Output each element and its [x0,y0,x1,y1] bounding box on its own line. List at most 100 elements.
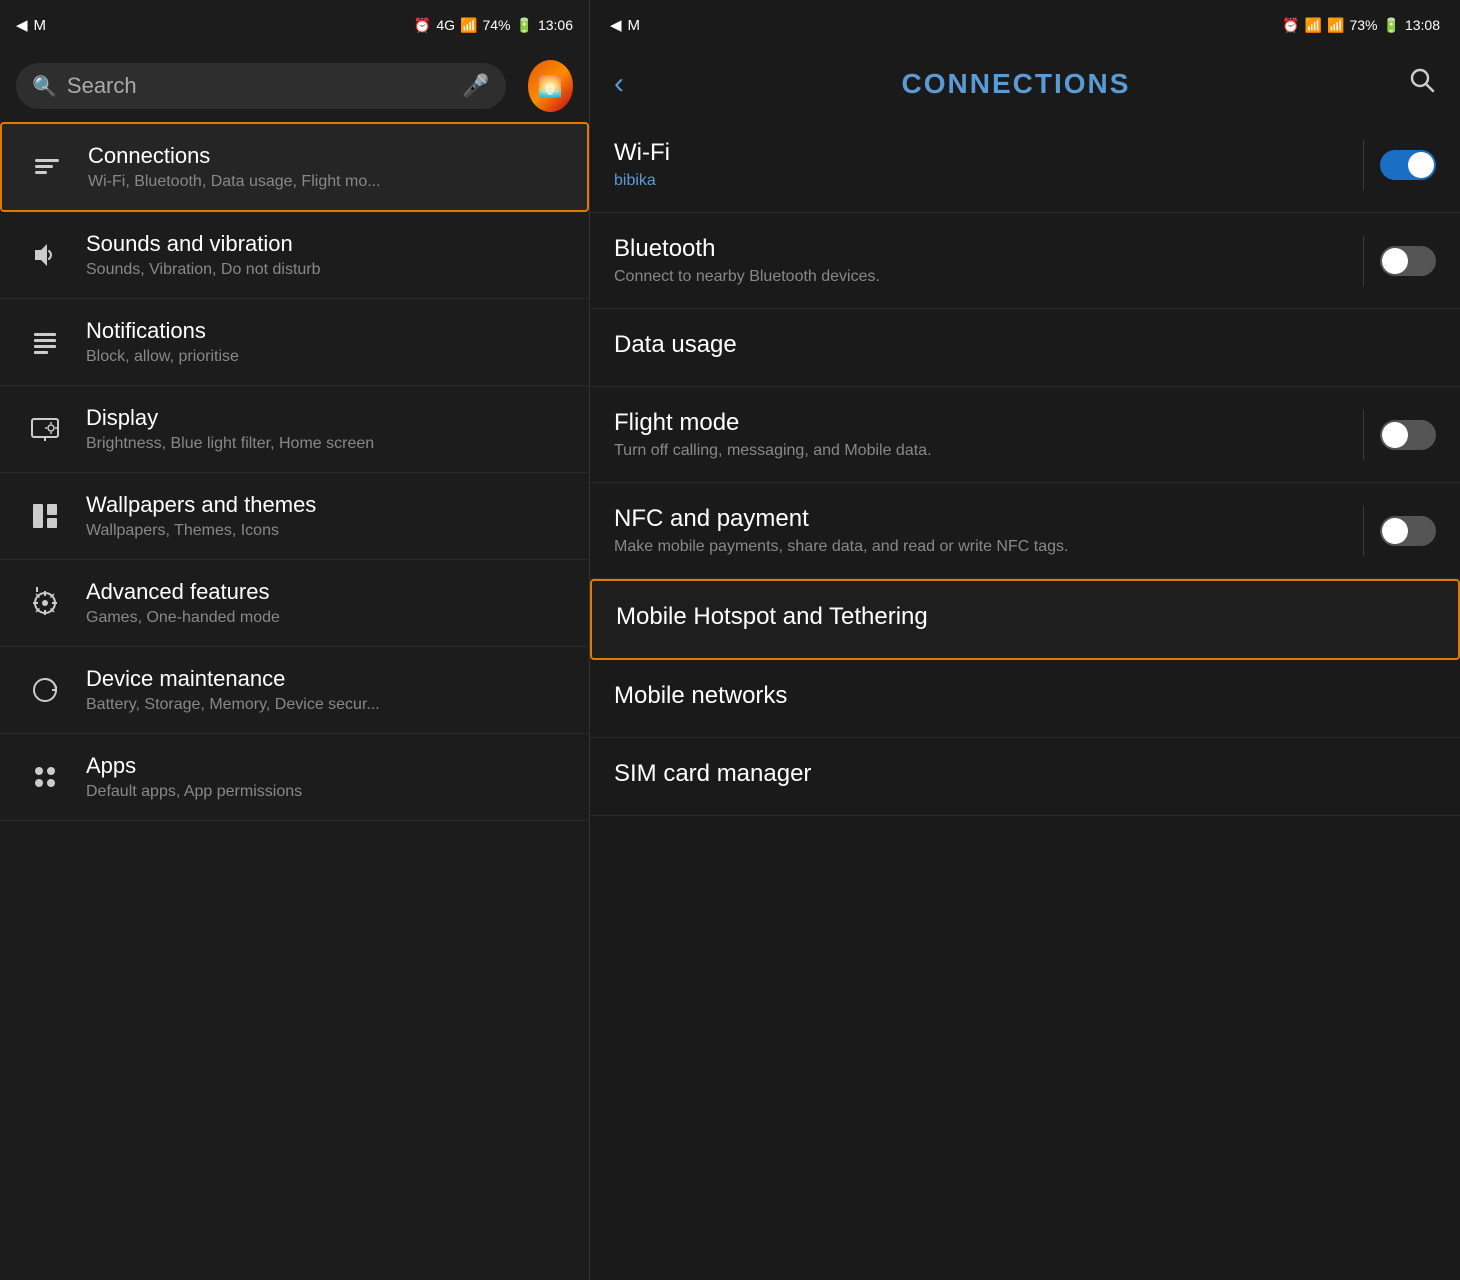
conn-item-mobilenetworks[interactable]: Mobile networks [590,660,1460,738]
right-battery-icon: 🔋 [1383,17,1400,34]
right-wifi-icon: 📶 [1305,17,1322,34]
bluetooth-toggle[interactable] [1380,246,1436,276]
bluetooth-text: Bluetooth Connect to nearby Bluetooth de… [614,235,1363,286]
settings-item-maintenance[interactable]: Device maintenance Battery, Storage, Mem… [0,647,589,734]
settings-list: Connections Wi-Fi, Bluetooth, Data usage… [0,122,589,1280]
connections-header: ‹ CONNECTIONS [590,50,1460,117]
apps-subtitle: Default apps, App permissions [86,783,569,801]
nfc-toggle[interactable] [1380,516,1436,546]
connections-title: Connections [88,143,567,169]
right-signal-bars: 📶 [1327,17,1344,34]
wallpapers-subtitle: Wallpapers, Themes, Icons [86,522,569,540]
advanced-subtitle: Games, One-handed mode [86,609,569,627]
wifi-text: Wi-Fi bibika [614,139,1363,190]
bluetooth-toggle-knob [1382,248,1408,274]
back-button[interactable]: ‹ [614,67,624,101]
left-status-bar: ◀ M ⏰ 4G 📶 74% 🔋 13:06 [0,0,589,50]
flightmode-title: Flight mode [614,409,1363,437]
conn-item-flightmode[interactable]: Flight mode Turn off calling, messaging,… [590,387,1460,483]
connections-page-title: CONNECTIONS [624,68,1408,100]
wifi-toggle[interactable] [1380,150,1436,180]
datausage-title: Data usage [614,331,1436,359]
display-text: Display Brightness, Blue light filter, H… [86,405,569,453]
right-status-left: ◀ M [610,16,640,34]
maintenance-icon [20,665,70,715]
sounds-icon [20,230,70,280]
conn-item-wifi[interactable]: Wi-Fi bibika [590,117,1460,213]
nfc-subtitle: Make mobile payments, share data, and re… [614,538,1363,556]
connections-subtitle: Wi-Fi, Bluetooth, Data usage, Flight mo.… [88,173,567,191]
settings-item-wallpapers[interactable]: Wallpapers and themes Wallpapers, Themes… [0,473,589,560]
notifications-text: Notifications Block, allow, prioritise [86,318,569,366]
right-signal-icon: ◀ [610,16,622,34]
settings-item-sounds[interactable]: Sounds and vibration Sounds, Vibration, … [0,212,589,299]
settings-item-advanced[interactable]: + Advanced features Games, One-handed mo… [0,560,589,647]
wifi-title: Wi-Fi [614,139,1363,167]
flightmode-text: Flight mode Turn off calling, messaging,… [614,409,1363,460]
display-icon [20,404,70,454]
notifications-icon [20,317,70,367]
wifi-toggle-knob [1408,152,1434,178]
maintenance-title: Device maintenance [86,666,569,692]
hotspot-text: Mobile Hotspot and Tethering [616,603,1434,636]
apps-icon [20,752,70,802]
settings-item-connections[interactable]: Connections Wi-Fi, Bluetooth, Data usage… [0,122,589,212]
wifi-right [1363,140,1436,190]
advanced-text: Advanced features Games, One-handed mode [86,579,569,627]
signal-icon: ◀ [16,16,28,34]
right-status-bar: ◀ M ⏰ 📶 📶 73% 🔋 13:08 [590,0,1460,50]
advanced-title: Advanced features [86,579,569,605]
conn-item-datausage[interactable]: Data usage [590,309,1460,387]
settings-item-display[interactable]: Display Brightness, Blue light filter, H… [0,386,589,473]
apps-title: Apps [86,753,569,779]
bluetooth-right [1363,236,1436,286]
bluetooth-divider [1363,236,1364,286]
search-bar[interactable]: 🔍 Search 🎤 [16,63,506,109]
nfc-right [1363,506,1436,556]
header-search-icon[interactable] [1408,66,1436,101]
advanced-icon: + [20,578,70,628]
flightmode-toggle-knob [1382,422,1408,448]
wifi-subtitle: bibika [614,172,1363,190]
apps-text: Apps Default apps, App permissions [86,753,569,801]
battery-percent: 74% [482,17,510,33]
right-battery-percent: 73% [1349,17,1377,33]
simcard-text: SIM card manager [614,760,1436,793]
simcard-title: SIM card manager [614,760,1436,788]
datausage-text: Data usage [614,331,1436,364]
microphone-icon[interactable]: 🎤 [462,73,489,99]
conn-item-simcard[interactable]: SIM card manager [590,738,1460,816]
flightmode-divider [1363,410,1364,460]
nfc-text: NFC and payment Make mobile payments, sh… [614,505,1363,556]
wifi-divider [1363,140,1364,190]
display-subtitle: Brightness, Blue light filter, Home scre… [86,435,569,453]
battery-icon: 🔋 [516,17,533,34]
mobilenetworks-text: Mobile networks [614,682,1436,715]
conn-item-hotspot[interactable]: Mobile Hotspot and Tethering [590,579,1460,660]
settings-item-notifications[interactable]: Notifications Block, allow, prioritise [0,299,589,386]
nfc-title: NFC and payment [614,505,1363,533]
signal-bars-icon: 📶 [460,17,477,34]
notifications-subtitle: Block, allow, prioritise [86,348,569,366]
flightmode-subtitle: Turn off calling, messaging, and Mobile … [614,442,1363,460]
nfc-toggle-knob [1382,518,1408,544]
right-alarm-icon: ⏰ [1282,17,1299,34]
mail-icon: M [34,17,47,34]
sounds-subtitle: Sounds, Vibration, Do not disturb [86,261,569,279]
sounds-text: Sounds and vibration Sounds, Vibration, … [86,231,569,279]
conn-item-nfc[interactable]: NFC and payment Make mobile payments, sh… [590,483,1460,579]
flightmode-toggle[interactable] [1380,420,1436,450]
time-display: 13:06 [538,17,573,33]
maintenance-text: Device maintenance Battery, Storage, Mem… [86,666,569,714]
conn-item-bluetooth[interactable]: Bluetooth Connect to nearby Bluetooth de… [590,213,1460,309]
hotspot-title: Mobile Hotspot and Tethering [616,603,1434,631]
search-placeholder: Search [67,73,452,99]
wallpapers-title: Wallpapers and themes [86,492,569,518]
nfc-divider [1363,506,1364,556]
bluetooth-subtitle: Connect to nearby Bluetooth devices. [614,268,1363,286]
avatar[interactable]: 🌅 [528,60,573,112]
settings-item-apps[interactable]: Apps Default apps, App permissions [0,734,589,821]
search-bar-area: 🔍 Search 🎤 🌅 [0,50,589,122]
connections-icon [22,142,72,192]
connections-list: Wi-Fi bibika Bluetooth Connect to nearby… [590,117,1460,1280]
